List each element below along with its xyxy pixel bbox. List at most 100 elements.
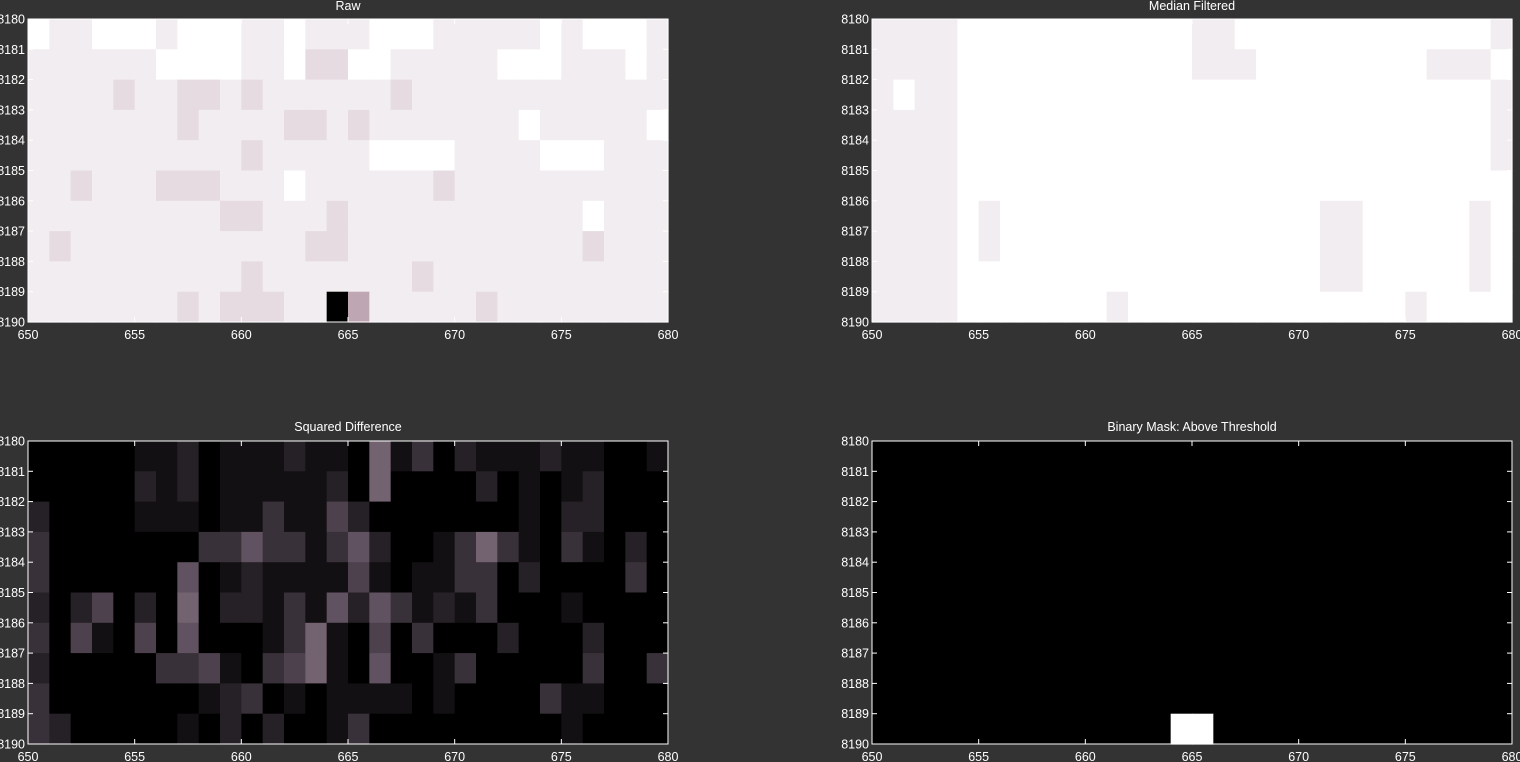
heatmap-cell (1362, 622, 1385, 654)
heatmap-cell (70, 622, 93, 654)
heatmap-cell (1469, 261, 1492, 293)
heatmap-cell (625, 653, 648, 684)
heatmap-cell (1064, 19, 1086, 50)
heatmap-cell (561, 19, 584, 50)
heatmap-cell (540, 531, 562, 563)
x-tick-label: 650 (862, 750, 883, 762)
heatmap-cell (872, 441, 894, 472)
heatmap-cell (241, 231, 264, 262)
heatmap-cell (476, 261, 498, 293)
heatmap-cell (978, 441, 1001, 472)
heatmap-cell (625, 170, 648, 202)
heatmap-cell (134, 261, 157, 293)
heatmap-cell (1128, 501, 1150, 533)
y-tick-label: 8189 (0, 285, 25, 299)
heatmap-cell (1064, 200, 1086, 232)
heatmap-cell (497, 471, 520, 503)
heatmap-cell (625, 441, 648, 472)
heatmap-cell (1085, 49, 1108, 81)
heatmap-cell (1362, 713, 1385, 745)
heatmap-cell (1277, 261, 1300, 293)
heatmap-cell (262, 291, 285, 323)
heatmap-cell (1234, 49, 1257, 81)
heatmap-cell (156, 471, 178, 503)
heatmap-cell (1106, 261, 1129, 293)
y-tick-label: 8187 (0, 225, 25, 239)
heatmap-cell (177, 231, 200, 262)
heatmap-cell (156, 562, 178, 594)
heatmap-cell (348, 441, 370, 472)
heatmap-cell (70, 501, 93, 533)
heatmap-cell (1469, 531, 1492, 563)
heatmap-cell (241, 291, 264, 323)
heatmap-cell (284, 291, 306, 323)
heatmap-cell (1192, 79, 1214, 111)
heatmap-cell (604, 441, 626, 472)
heatmap-cell (646, 622, 669, 654)
heatmap-cell (1000, 683, 1022, 715)
heatmap-cell (540, 291, 562, 323)
heatmap-cell (1298, 140, 1321, 172)
heatmap-cell (326, 109, 349, 141)
heatmap-cell (957, 291, 980, 323)
heatmap-cell (1106, 622, 1129, 654)
heatmap-cell (412, 200, 434, 232)
heatmap-cell (454, 653, 477, 684)
heatmap-cell (177, 531, 200, 563)
heatmap-cell (1405, 261, 1428, 293)
heatmap-cell (1128, 140, 1150, 172)
heatmap-cell (326, 200, 349, 232)
heatmap-cell (28, 471, 50, 503)
heatmap-cell (1490, 683, 1513, 715)
heatmap-cell (177, 501, 200, 533)
heatmap-cell (1362, 261, 1385, 293)
heatmap-cell (1256, 441, 1278, 472)
heatmap-cell (1170, 140, 1193, 172)
heatmap-cell (914, 653, 937, 684)
heatmap-cell (936, 441, 958, 472)
heatmap-cell (70, 200, 93, 232)
heatmap-cell (604, 79, 626, 111)
heatmap-cell (1170, 19, 1193, 50)
heatmap-cell (604, 683, 626, 715)
heatmap-cell (1256, 592, 1278, 624)
heatmap-cell (1234, 291, 1257, 323)
heatmap-cell (1213, 200, 1236, 232)
heatmap-cell (1106, 79, 1129, 111)
heatmap-cell (1042, 291, 1065, 323)
heatmap-cell (582, 170, 605, 202)
heatmap-cell (936, 140, 958, 172)
heatmap-cell (1448, 170, 1470, 202)
heatmap-cell (28, 170, 50, 202)
heatmap-cell (134, 19, 157, 50)
heatmap-cell (893, 441, 916, 472)
heatmap-cell (1426, 170, 1449, 202)
heatmap-cell (1341, 713, 1364, 745)
heatmap-cell (198, 79, 221, 111)
heatmap-cell (540, 592, 562, 624)
heatmap-cell (1384, 653, 1406, 684)
heatmap-cell (1000, 231, 1022, 262)
heatmap-cell (582, 231, 605, 262)
heatmap-cell (369, 291, 392, 323)
heatmap-cell (957, 713, 980, 745)
heatmap-cell (284, 19, 306, 50)
heatmap-cell (914, 562, 937, 594)
heatmap-cell (1149, 109, 1172, 141)
heatmap-cell (92, 291, 114, 323)
heatmap-cell (241, 79, 264, 111)
heatmap-cell (914, 441, 937, 472)
heatmap-cell (561, 441, 584, 472)
heatmap-cell (390, 200, 413, 232)
heatmap-cell (1426, 19, 1449, 50)
heatmap-cell (646, 200, 669, 232)
heatmap-cell (1128, 441, 1150, 472)
heatmap-cell (1320, 49, 1342, 81)
heatmap-cell (177, 471, 200, 503)
heatmap-cell (1170, 49, 1193, 81)
heatmap-cell (1405, 231, 1428, 262)
heatmap-cell (936, 501, 958, 533)
heatmap-cell (1490, 531, 1513, 563)
heatmap-cell (220, 622, 242, 654)
heatmap-cell (241, 501, 264, 533)
